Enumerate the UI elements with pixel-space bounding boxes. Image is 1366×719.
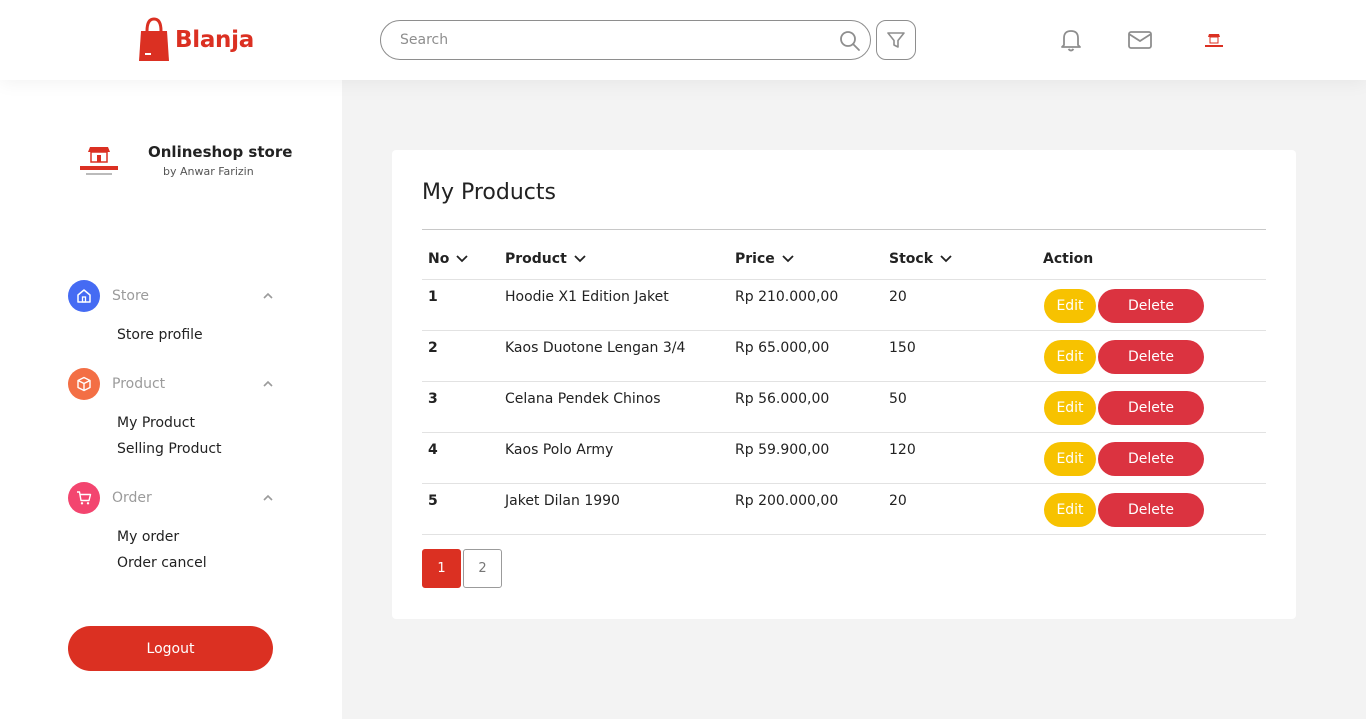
chevron-up-icon[interactable] <box>262 290 274 302</box>
column-header-action: Action <box>1043 251 1093 267</box>
column-header-price[interactable]: Price <box>735 251 795 267</box>
delete-button[interactable]: Delete <box>1098 391 1204 425</box>
pagination: 1 2 <box>422 549 504 588</box>
menu-title-product: Product <box>112 376 166 392</box>
mail-icon[interactable] <box>1127 29 1153 51</box>
table-row: 1 Hoodie X1 Edition Jaket Rp 210.000,00 … <box>422 280 1266 331</box>
filter-icon <box>887 32 905 48</box>
sidebar-item-my-product[interactable]: My Product <box>117 410 278 436</box>
logout-button[interactable]: Logout <box>68 626 273 671</box>
table-row: 3 Celana Pendek Chinos Rp 56.000,00 50 E… <box>422 382 1266 433</box>
cell-stock: 20 <box>889 493 907 509</box>
menu-head-product[interactable]: Product <box>68 368 278 400</box>
products-card: My Products No Product Price Stock Actio… <box>392 150 1296 619</box>
menu-group-order: Order My order Order cancel <box>68 482 278 576</box>
filter-button[interactable] <box>876 20 916 60</box>
delete-button[interactable]: Delete <box>1098 493 1204 527</box>
store-logo-icon <box>80 147 118 175</box>
column-label: No <box>428 251 450 267</box>
cell-price: Rp 210.000,00 <box>735 289 839 305</box>
cell-no: 4 <box>428 442 438 458</box>
edit-button[interactable]: Edit <box>1044 340 1096 374</box>
brand-name: Blanja <box>175 27 254 53</box>
column-label: Action <box>1043 251 1094 267</box>
sidebar-item-selling-product[interactable]: Selling Product <box>117 436 278 462</box>
page-title: My Products <box>422 180 556 205</box>
chevron-down-icon <box>782 255 794 263</box>
store-name: Onlineshop store <box>148 143 293 161</box>
page-button-2[interactable]: 2 <box>463 549 502 588</box>
chevron-down-icon <box>940 255 952 263</box>
search-input[interactable] <box>400 30 820 50</box>
cell-product: Kaos Duotone Lengan 3/4 <box>505 340 686 356</box>
cell-product: Kaos Polo Army <box>505 442 614 458</box>
chevron-up-icon[interactable] <box>262 492 274 504</box>
home-icon <box>68 280 100 312</box>
column-header-no[interactable]: No <box>428 251 469 267</box>
cell-price: Rp 65.000,00 <box>735 340 830 356</box>
cell-price: Rp 200.000,00 <box>735 493 839 509</box>
chevron-down-icon <box>574 255 586 263</box>
menu-title-order: Order <box>112 490 152 506</box>
delete-button[interactable]: Delete <box>1098 442 1204 476</box>
menu-group-product: Product My Product Selling Product <box>68 368 278 462</box>
page-button-1[interactable]: 1 <box>422 549 461 588</box>
delete-button[interactable]: Delete <box>1098 340 1204 374</box>
column-label: Product <box>505 251 567 267</box>
cell-no: 1 <box>428 289 438 305</box>
bell-icon[interactable] <box>1058 27 1084 53</box>
cell-stock: 20 <box>889 289 907 305</box>
sidebar-item-my-order[interactable]: My order <box>117 524 278 550</box>
cell-product: Celana Pendek Chinos <box>505 391 661 407</box>
table-row: 5 Jaket Dilan 1990 Rp 200.000,00 20 Edit… <box>422 484 1266 535</box>
cell-no: 2 <box>428 340 438 356</box>
sidebar-item-order-cancel[interactable]: Order cancel <box>117 550 278 576</box>
brand-logo[interactable]: Blanja <box>138 17 254 63</box>
column-label: Stock <box>889 251 934 267</box>
profile-avatar[interactable] <box>1202 30 1226 50</box>
cell-product: Jaket Dilan 1990 <box>505 493 620 509</box>
cell-stock: 50 <box>889 391 907 407</box>
search-bar <box>380 20 871 60</box>
search-icon[interactable] <box>839 30 861 52</box>
chevron-down-icon <box>456 255 468 263</box>
edit-button[interactable]: Edit <box>1044 289 1096 323</box>
cell-stock: 150 <box>889 340 916 356</box>
cell-stock: 120 <box>889 442 916 458</box>
store-owner: by Anwar Farizin <box>163 165 254 178</box>
shopping-bag-icon <box>139 17 169 61</box>
cell-no: 5 <box>428 493 438 509</box>
table-row: 4 Kaos Polo Army Rp 59.900,00 120 Edit D… <box>422 433 1266 484</box>
table-row: 2 Kaos Duotone Lengan 3/4 Rp 65.000,00 1… <box>422 331 1266 382</box>
column-header-product[interactable]: Product <box>505 251 587 267</box>
products-table: No Product Price Stock Action 1 Hoodie X… <box>422 242 1266 535</box>
chevron-up-icon[interactable] <box>262 378 274 390</box>
edit-button[interactable]: Edit <box>1044 493 1096 527</box>
cell-price: Rp 59.900,00 <box>735 442 830 458</box>
column-label: Price <box>735 251 775 267</box>
sidebar-item-store-profile[interactable]: Store profile <box>117 322 278 348</box>
menu-title-store: Store <box>112 288 150 304</box>
delete-button[interactable]: Delete <box>1098 289 1204 323</box>
menu-head-store[interactable]: Store <box>68 280 278 312</box>
menu-group-store: Store Store profile <box>68 280 278 348</box>
cell-product: Hoodie X1 Edition Jaket <box>505 289 669 305</box>
column-header-stock[interactable]: Stock <box>889 251 953 267</box>
title-divider <box>422 229 1266 230</box>
cell-no: 3 <box>428 391 438 407</box>
cart-icon <box>68 482 100 514</box>
edit-button[interactable]: Edit <box>1044 391 1096 425</box>
box-icon <box>68 368 100 400</box>
cell-price: Rp 56.000,00 <box>735 391 830 407</box>
sidebar: Onlineshop store by Anwar Farizin Store … <box>0 80 342 719</box>
table-header: No Product Price Stock Action <box>422 242 1266 280</box>
edit-button[interactable]: Edit <box>1044 442 1096 476</box>
top-header: Blanja <box>0 0 1366 80</box>
menu-head-order[interactable]: Order <box>68 482 278 514</box>
